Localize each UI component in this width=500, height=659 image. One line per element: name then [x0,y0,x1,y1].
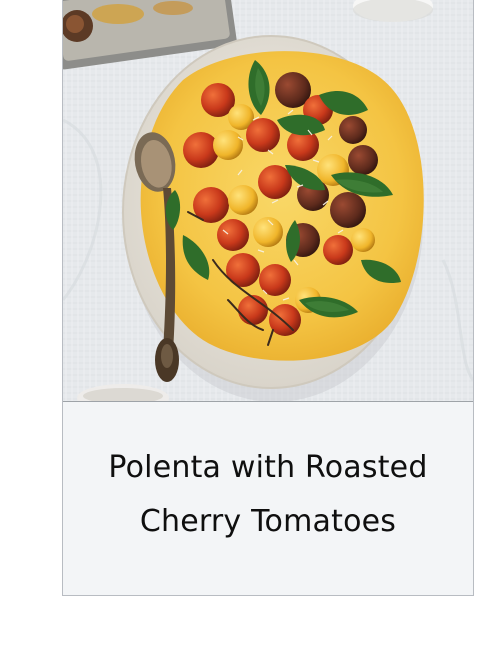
photo-icon [63,0,473,401]
recipe-caption[interactable]: Polenta with Roasted Cherry Tomatoes [63,402,473,595]
recipe-title[interactable]: Polenta with Roasted Cherry Tomatoes [88,441,448,549]
recipe-card[interactable]: Polenta with Roasted Cherry Tomatoes [62,0,474,596]
recipe-photo[interactable] [63,0,473,402]
